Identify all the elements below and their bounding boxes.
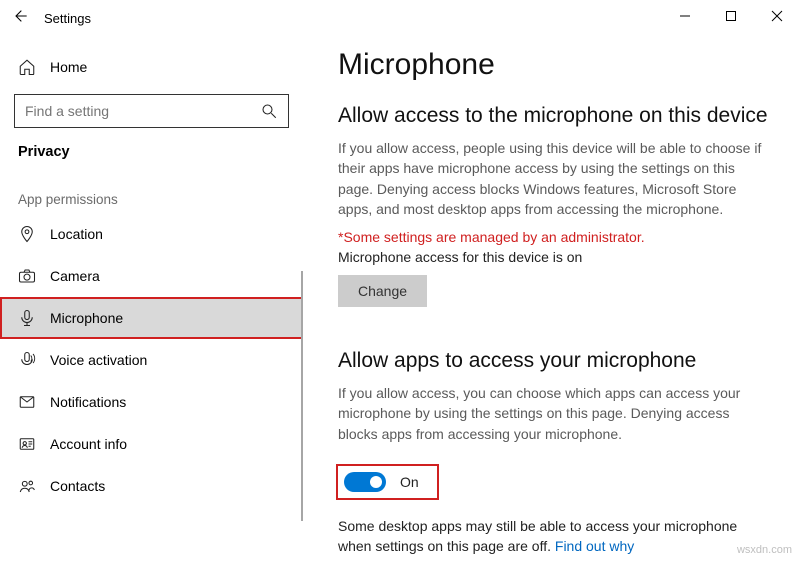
toggle-knob [370, 476, 382, 488]
sidebar-section-label: App permissions [0, 166, 303, 213]
sidebar-item-voice-activation[interactable]: Voice activation [0, 339, 303, 381]
close-button[interactable] [754, 0, 800, 32]
section2-body: If you allow access, you can choose whic… [338, 383, 772, 444]
content-area: Microphone Allow access to the microphon… [304, 36, 800, 562]
search-input[interactable] [25, 103, 260, 119]
section2-note: Some desktop apps may still be able to a… [338, 516, 772, 557]
sidebar-category: Privacy [0, 134, 303, 166]
sidebar-item-label: Contacts [50, 478, 105, 494]
location-icon [18, 225, 36, 243]
sidebar-home[interactable]: Home [0, 50, 303, 84]
watermark: wsxdn.com [737, 544, 792, 556]
minimize-button[interactable] [662, 0, 708, 32]
camera-icon [18, 267, 36, 285]
sidebar-item-label: Microphone [50, 310, 123, 326]
sidebar-item-notifications[interactable]: Notifications [0, 381, 303, 423]
sidebar-item-camera[interactable]: Camera [0, 255, 303, 297]
apps-access-toggle[interactable] [344, 472, 386, 492]
home-icon [18, 58, 36, 76]
sidebar-home-label: Home [50, 59, 87, 75]
contacts-icon [18, 477, 36, 495]
search-input-wrap[interactable] [14, 94, 289, 128]
apps-access-toggle-wrap: On [338, 466, 437, 498]
section2-heading: Allow apps to access your microphone [338, 349, 772, 373]
change-button[interactable]: Change [338, 275, 427, 307]
notifications-icon [18, 393, 36, 411]
sidebar-item-label: Location [50, 226, 103, 242]
device-state: Microphone access for this device is on [338, 249, 772, 265]
sidebar-item-microphone[interactable]: Microphone [0, 297, 303, 339]
sidebar-item-location[interactable]: Location [0, 213, 303, 255]
window-title: Settings [44, 11, 91, 26]
toggle-state-label: On [400, 474, 419, 490]
microphone-icon [18, 309, 36, 327]
sidebar: Home Privacy App permissions Location Ca… [0, 36, 304, 562]
sidebar-scrollbar[interactable] [301, 271, 303, 521]
back-button[interactable] [8, 8, 32, 29]
section1-body: If you allow access, people using this d… [338, 138, 772, 219]
admin-notice: *Some settings are managed by an adminis… [338, 229, 772, 245]
note-text: Some desktop apps may still be able to a… [338, 518, 737, 554]
voice-activation-icon [18, 351, 36, 369]
search-icon [260, 102, 278, 120]
sidebar-item-label: Account info [50, 436, 127, 452]
page-title: Microphone [338, 48, 772, 82]
sidebar-item-label: Notifications [50, 394, 126, 410]
sidebar-item-account-info[interactable]: Account info [0, 423, 303, 465]
sidebar-item-contacts[interactable]: Contacts [0, 465, 303, 507]
section1-heading: Allow access to the microphone on this d… [338, 104, 772, 128]
maximize-button[interactable] [708, 0, 754, 32]
account-info-icon [18, 435, 36, 453]
find-out-why-link[interactable]: Find out why [555, 538, 634, 554]
sidebar-item-label: Camera [50, 268, 100, 284]
sidebar-item-label: Voice activation [50, 352, 147, 368]
